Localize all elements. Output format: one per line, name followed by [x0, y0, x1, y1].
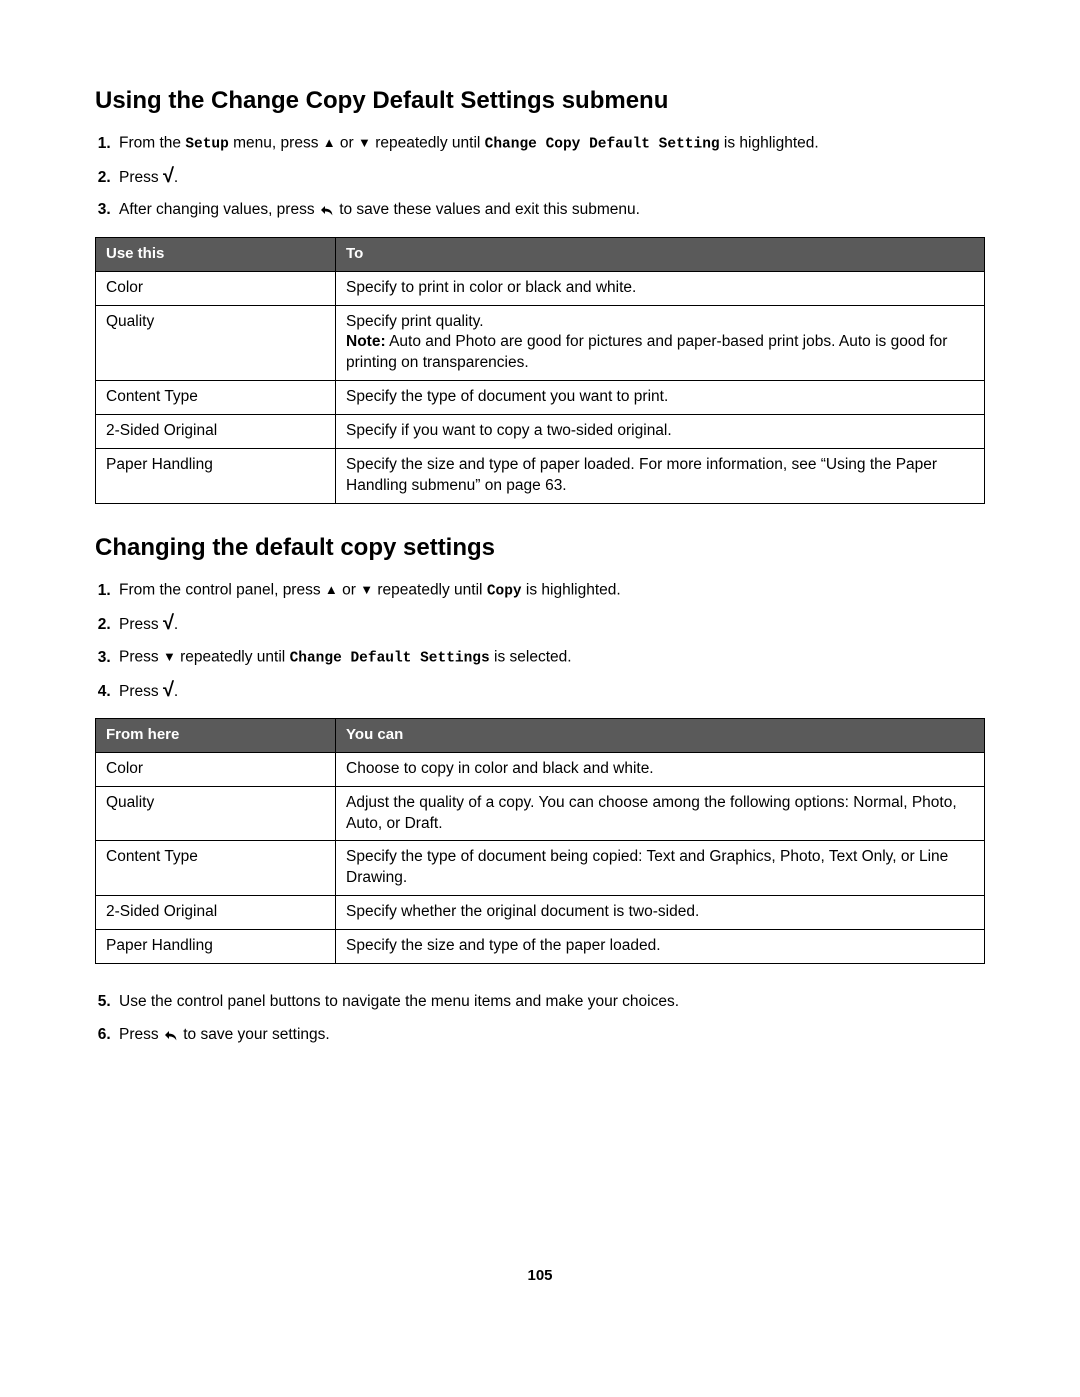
check-icon: √ [163, 617, 174, 629]
menu-change-default: Change Default Settings [290, 651, 490, 667]
cell: Specify the type of document you want to… [336, 381, 985, 415]
table-row: Paper Handling Specify the size and type… [96, 449, 985, 504]
section2-steps-5to6: Use the control panel buttons to navigat… [95, 992, 985, 1046]
text: . [174, 683, 178, 700]
table-row: Quality Specify print quality. Note: Aut… [96, 305, 985, 381]
text: After changing values, press [119, 201, 319, 218]
cell: Paper Handling [96, 449, 336, 504]
text: is highlighted. [522, 582, 621, 599]
cell: Quality [96, 786, 336, 841]
text: to save these values and exit this subme… [335, 201, 640, 218]
table-row: Color Specify to print in color or black… [96, 271, 985, 305]
check-icon: √ [163, 684, 174, 696]
step-4: Press √. [115, 682, 985, 703]
section2-steps-1to4: From the control panel, press or repeate… [95, 580, 985, 702]
cell: Paper Handling [96, 930, 336, 964]
cell: Specify print quality. Note: Auto and Ph… [336, 305, 985, 381]
text: or [336, 135, 358, 152]
menu-change-copy: Change Copy Default Setting [485, 137, 720, 153]
cell: 2-Sided Original [96, 415, 336, 449]
table-row: 2-Sided Original Specify if you want to … [96, 415, 985, 449]
step-1: From the Setup menu, press or repeatedly… [115, 133, 985, 155]
text: Press [119, 169, 163, 186]
th-to: To [336, 238, 985, 271]
text: Press [119, 649, 163, 666]
cell: Content Type [96, 841, 336, 896]
th-from-here: From here [96, 719, 336, 752]
cell: Quality [96, 305, 336, 381]
text: or [338, 582, 360, 599]
cell: Specify the size and type of paper loade… [336, 449, 985, 504]
cell: 2-Sided Original [96, 896, 336, 930]
cell: Adjust the quality of a copy. You can ch… [336, 786, 985, 841]
menu-copy: Copy [487, 584, 522, 600]
table-use-this: Use this To Color Specify to print in co… [95, 237, 985, 504]
step-5: Use the control panel buttons to navigat… [115, 992, 985, 1013]
up-arrow-icon [325, 580, 338, 601]
table-row: Paper Handling Specify the size and type… [96, 930, 985, 964]
text: repeatedly until [373, 582, 487, 599]
text: repeatedly until [371, 135, 485, 152]
text: From the [119, 135, 185, 152]
text: Press [119, 683, 163, 700]
text: Press [119, 1026, 163, 1043]
cell: Content Type [96, 381, 336, 415]
text: . [174, 616, 178, 633]
text: . [174, 169, 178, 186]
text: repeatedly until [176, 649, 290, 666]
step-3: After changing values, press to save the… [115, 200, 985, 221]
section1-steps: From the Setup menu, press or repeatedly… [95, 133, 985, 221]
note-label: Note: [346, 333, 386, 350]
th-you-can: You can [336, 719, 985, 752]
step-1: From the control panel, press or repeate… [115, 580, 985, 602]
table-row: Content Type Specify the type of documen… [96, 841, 985, 896]
step-2: Press √. [115, 615, 985, 636]
table-row: Color Choose to copy in color and black … [96, 752, 985, 786]
check-icon: √ [163, 170, 174, 182]
text: Specify print quality. [346, 312, 974, 333]
down-arrow-icon [360, 580, 373, 601]
text: is highlighted. [720, 135, 819, 152]
page-number: 105 [95, 1266, 985, 1286]
back-icon [163, 1027, 179, 1043]
text: From the control panel, press [119, 582, 325, 599]
table-row: 2-Sided Original Specify whether the ori… [96, 896, 985, 930]
text: is selected. [490, 649, 572, 666]
note-text: Auto and Photo are good for pictures and… [346, 333, 947, 371]
step-6: Press to save your settings. [115, 1025, 985, 1046]
table-row: Content Type Specify the type of documen… [96, 381, 985, 415]
cell: Specify the size and type of the paper l… [336, 930, 985, 964]
cell: Choose to copy in color and black and wh… [336, 752, 985, 786]
section2-heading: Changing the default copy settings [95, 532, 985, 564]
cell: Specify to print in color or black and w… [336, 271, 985, 305]
down-arrow-icon [163, 647, 176, 668]
back-icon [319, 202, 335, 218]
table-from-here: From here You can Color Choose to copy i… [95, 718, 985, 964]
text: Use the control panel buttons to navigat… [119, 993, 679, 1010]
text: Press [119, 616, 163, 633]
cell: Color [96, 752, 336, 786]
down-arrow-icon [358, 133, 371, 154]
up-arrow-icon [323, 133, 336, 154]
text: to save your settings. [179, 1026, 330, 1043]
table-row: Quality Adjust the quality of a copy. Yo… [96, 786, 985, 841]
step-3: Press repeatedly until Change Default Se… [115, 647, 985, 669]
step-2: Press √. [115, 168, 985, 189]
menu-setup: Setup [185, 137, 229, 153]
cell: Specify the type of document being copie… [336, 841, 985, 896]
cell: Specify whether the original document is… [336, 896, 985, 930]
th-use-this: Use this [96, 238, 336, 271]
cell: Specify if you want to copy a two-sided … [336, 415, 985, 449]
text: menu, press [229, 135, 323, 152]
section1-heading: Using the Change Copy Default Settings s… [95, 85, 985, 117]
cell: Color [96, 271, 336, 305]
